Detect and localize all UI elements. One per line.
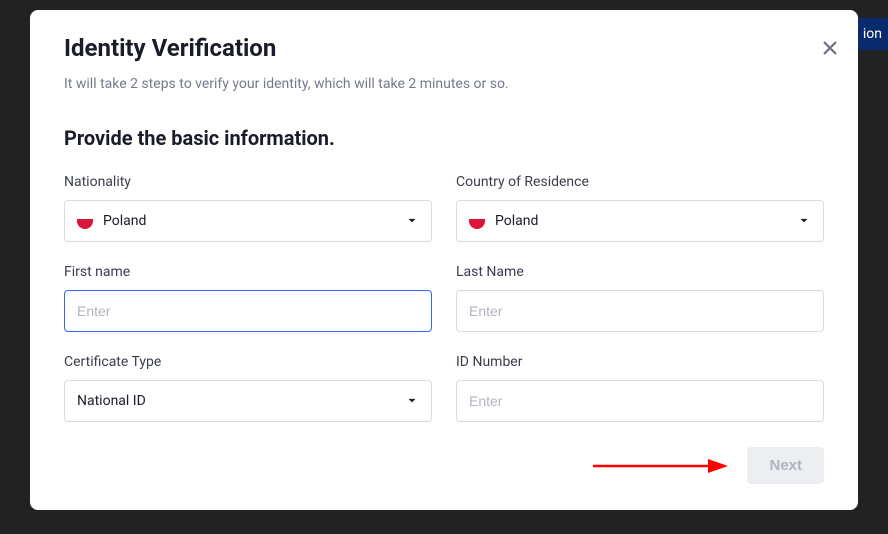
nationality-label: Nationality bbox=[64, 174, 432, 190]
first-name-field: First name bbox=[64, 264, 432, 332]
last-name-label: Last Name bbox=[456, 264, 824, 280]
close-icon[interactable] bbox=[820, 38, 840, 58]
certificate-type-label: Certificate Type bbox=[64, 354, 432, 370]
residence-value: Poland bbox=[495, 213, 797, 229]
residence-select[interactable]: Poland bbox=[456, 200, 824, 242]
chevron-down-icon bbox=[405, 394, 419, 408]
modal-subtitle: It will take 2 steps to verify your iden… bbox=[64, 76, 824, 92]
background-occluded-button: ion bbox=[857, 18, 888, 50]
last-name-input-wrapper bbox=[456, 290, 824, 332]
identity-verification-modal: Identity Verification It will take 2 ste… bbox=[30, 10, 858, 510]
id-number-input-wrapper bbox=[456, 380, 824, 422]
modal-footer: Next bbox=[747, 447, 824, 484]
id-number-label: ID Number bbox=[456, 354, 824, 370]
next-button[interactable]: Next bbox=[747, 447, 824, 484]
residence-field: Country of Residence Poland bbox=[456, 174, 824, 242]
certificate-type-value: National ID bbox=[77, 393, 405, 409]
poland-flag-icon bbox=[77, 219, 93, 229]
first-name-input-wrapper bbox=[64, 290, 432, 332]
chevron-down-icon bbox=[797, 214, 811, 228]
section-title: Provide the basic information. bbox=[64, 126, 824, 150]
nationality-select[interactable]: Poland bbox=[64, 200, 432, 242]
certificate-type-select[interactable]: National ID bbox=[64, 380, 432, 422]
nationality-field: Nationality Poland bbox=[64, 174, 432, 242]
certificate-type-field: Certificate Type National ID bbox=[64, 354, 432, 422]
last-name-field: Last Name bbox=[456, 264, 824, 332]
background-occluded-text: at bbox=[0, 28, 16, 49]
first-name-label: First name bbox=[64, 264, 432, 280]
id-number-input[interactable] bbox=[469, 393, 811, 409]
arrow-annotation-icon bbox=[588, 456, 728, 476]
form-grid: Nationality Poland Country of Residence … bbox=[64, 174, 824, 422]
chevron-down-icon bbox=[405, 214, 419, 228]
last-name-input[interactable] bbox=[469, 303, 811, 319]
id-number-field: ID Number bbox=[456, 354, 824, 422]
poland-flag-icon bbox=[469, 219, 485, 229]
residence-label: Country of Residence bbox=[456, 174, 824, 190]
nationality-value: Poland bbox=[103, 213, 405, 229]
modal-title: Identity Verification bbox=[64, 34, 824, 62]
first-name-input[interactable] bbox=[77, 303, 419, 319]
